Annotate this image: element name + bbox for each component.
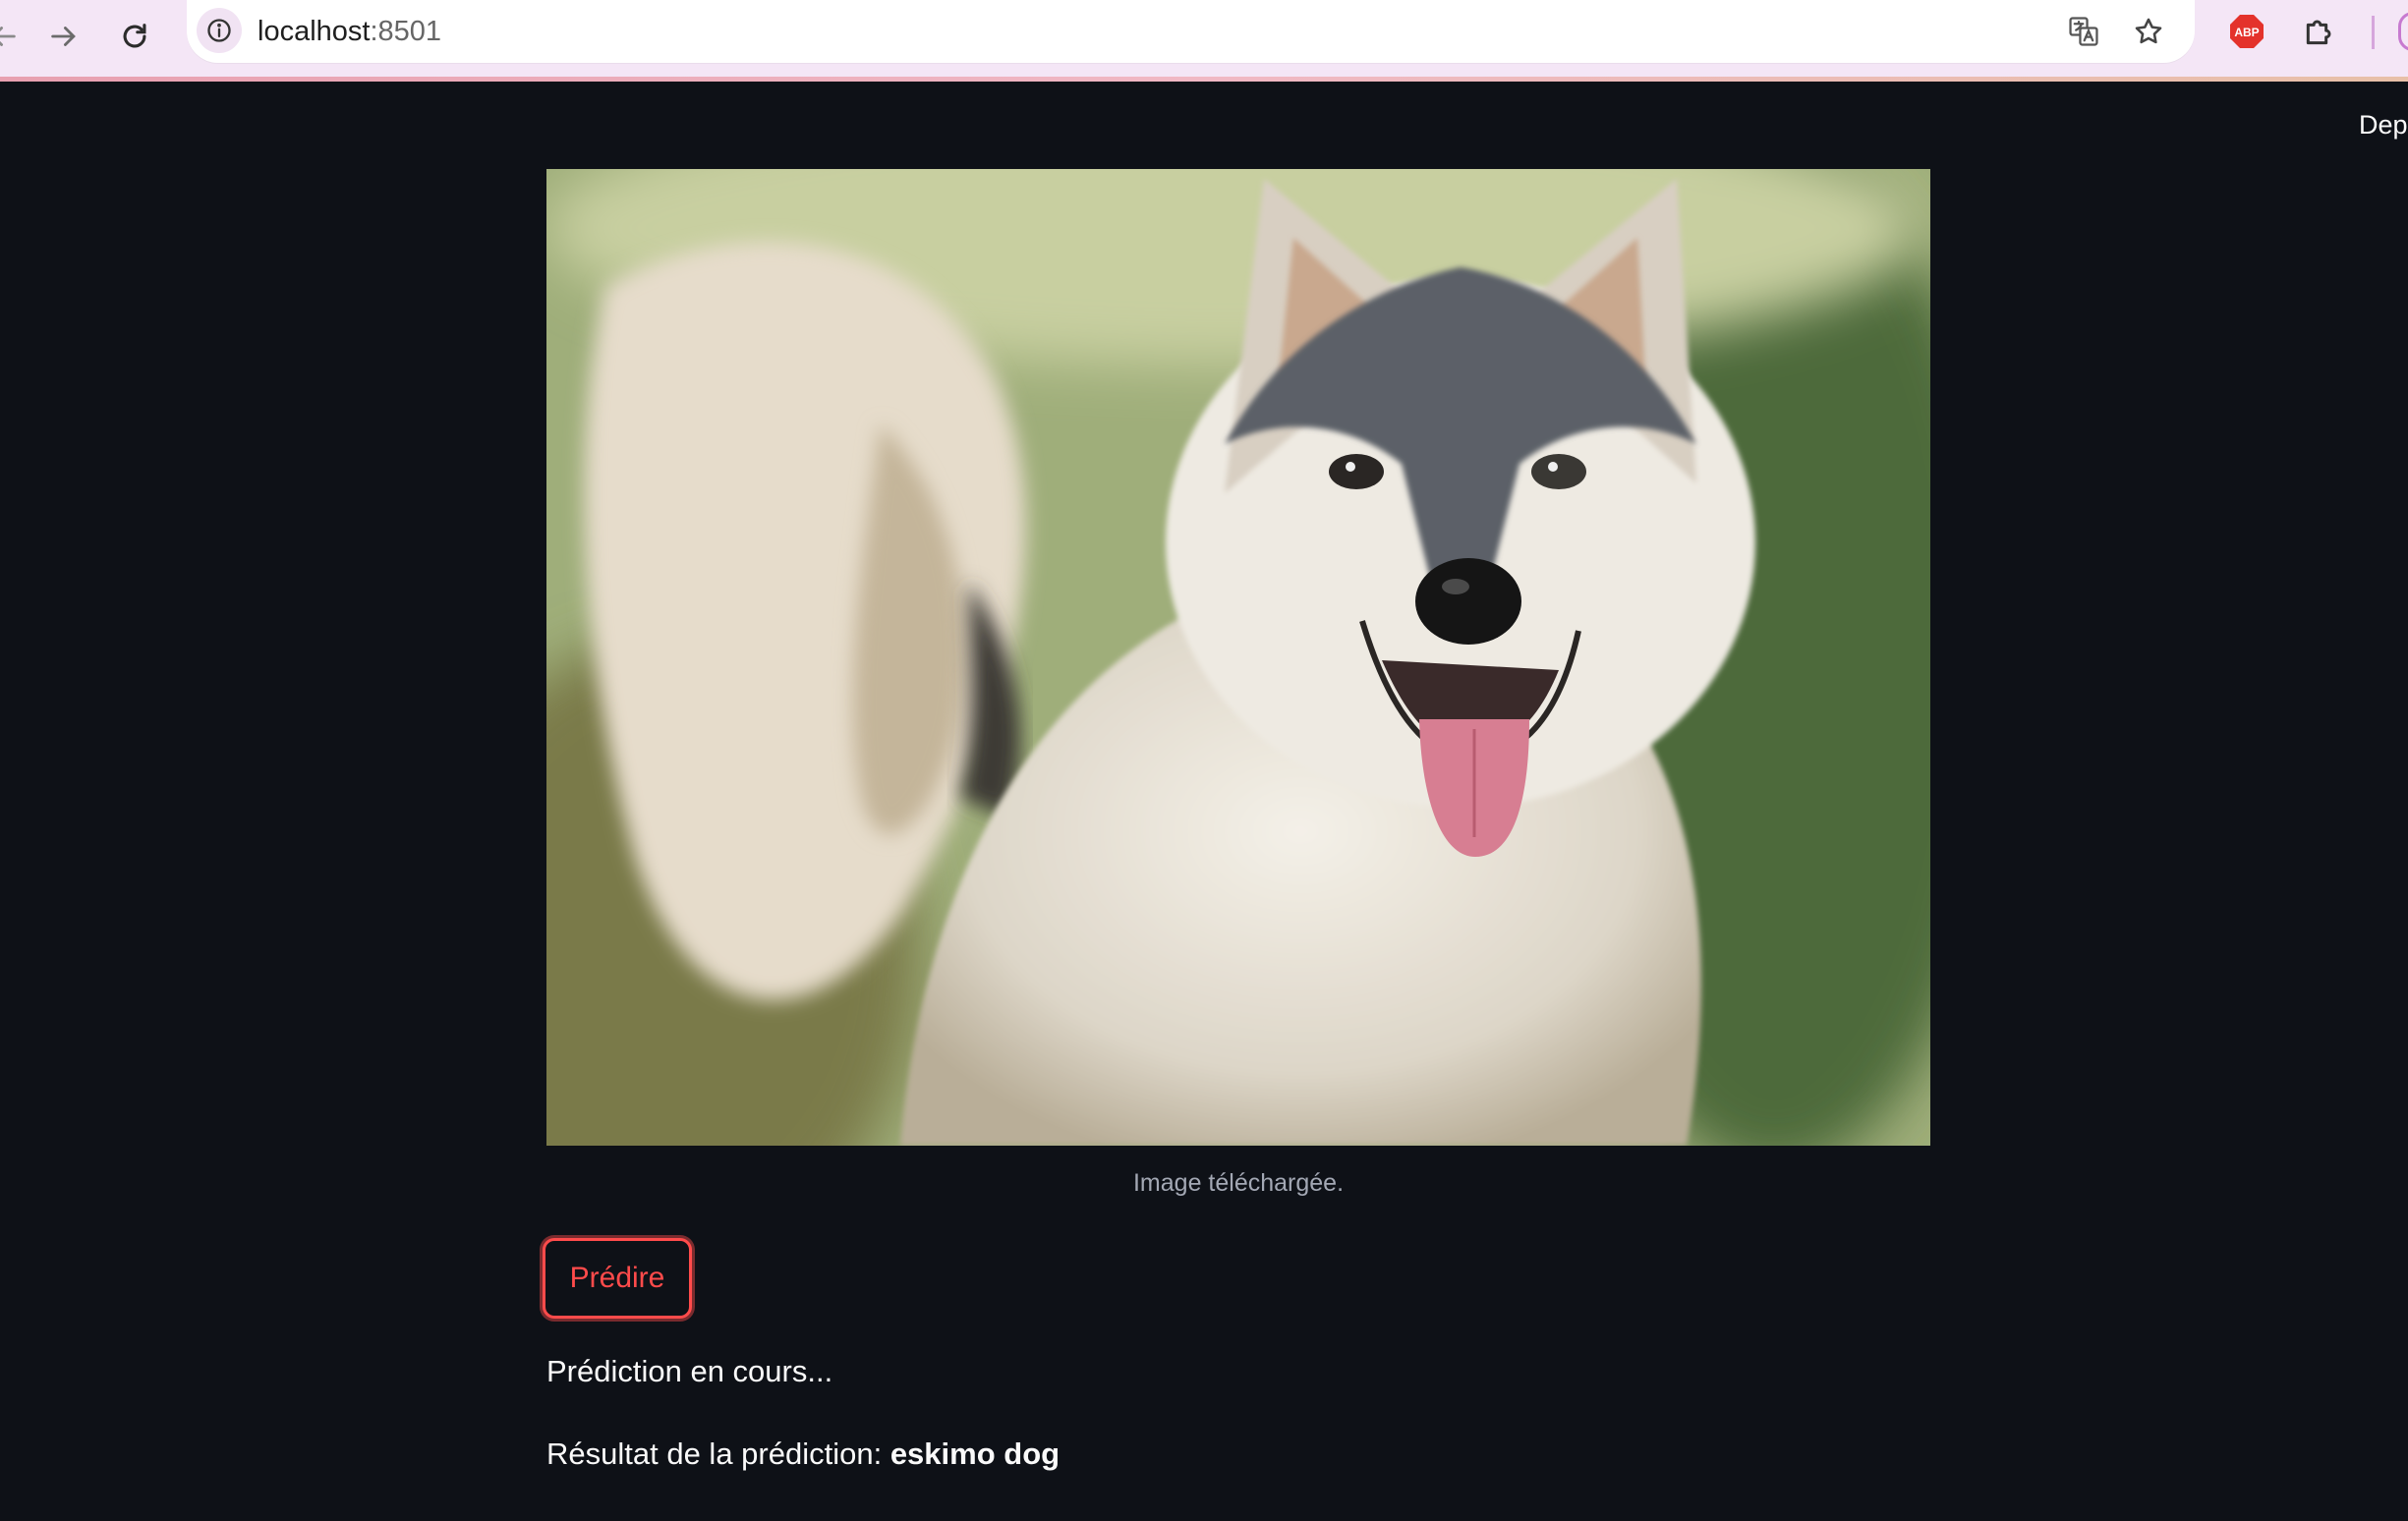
- url-port: :8501: [370, 16, 442, 47]
- result-label: Résultat de la prédiction:: [546, 1436, 890, 1471]
- puzzle-icon[interactable]: [2300, 12, 2339, 51]
- deploy-button[interactable]: Dep: [2359, 108, 2408, 141]
- site-info-button[interactable]: [197, 8, 242, 53]
- reload-button[interactable]: [110, 12, 159, 61]
- status-text: Prédiction en cours...: [546, 1354, 833, 1388]
- translate-icon: [2069, 17, 2098, 46]
- browser-toolbar: localhost:8501 ABP: [0, 0, 2408, 77]
- url-text[interactable]: localhost:8501: [258, 14, 441, 49]
- info-icon: [207, 19, 231, 42]
- toolbar-divider: [2372, 16, 2375, 49]
- result-value: eskimo dog: [889, 1436, 1061, 1471]
- arrow-right-icon: [51, 27, 76, 46]
- abp-label: ABP: [2234, 26, 2259, 39]
- profile-button[interactable]: [2398, 12, 2408, 51]
- forward-button[interactable]: [39, 12, 88, 61]
- toolbar-accent-line: [0, 77, 2408, 82]
- prediction-result: Résultat de la prédiction: eskimo dog: [546, 1435, 1060, 1474]
- uploaded-image: [546, 169, 1930, 1146]
- bookmark-button[interactable]: [2131, 14, 2166, 49]
- arrow-left-icon: [0, 27, 16, 46]
- translate-button[interactable]: [2066, 14, 2101, 49]
- url-host: localhost: [258, 16, 371, 47]
- back-button[interactable]: [0, 12, 28, 61]
- image-caption: Image téléchargée.: [1132, 1169, 1345, 1197]
- address-bar[interactable]: localhost:8501: [187, 0, 2195, 63]
- star-icon: [2135, 18, 2162, 44]
- abp-icon[interactable]: ABP: [2229, 14, 2265, 49]
- predict-button[interactable]: Prédire: [543, 1238, 692, 1319]
- reload-icon: [123, 24, 146, 48]
